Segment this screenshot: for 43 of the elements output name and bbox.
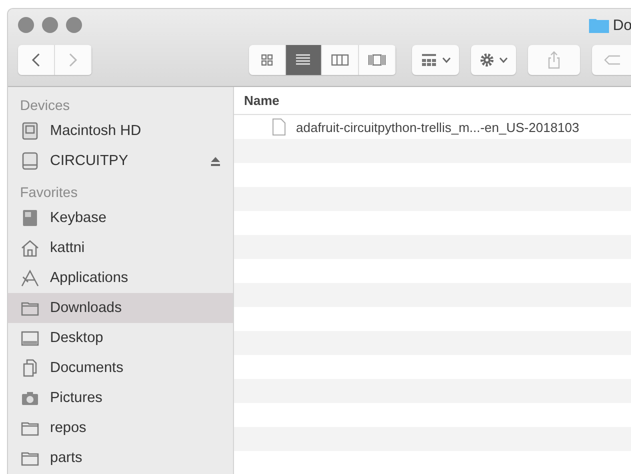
file-name[interactable]: adafruit-circuitpython-trellis_m...-en_US-2018103 xyxy=(296,120,580,134)
column-view-icon xyxy=(331,53,350,67)
chevron-right-icon xyxy=(68,52,78,68)
eject-icon[interactable] xyxy=(210,156,221,166)
cover-flow-icon xyxy=(368,53,386,67)
applications-icon xyxy=(20,268,40,288)
sidebar-item[interactable]: repos xyxy=(8,413,233,443)
caret-icon xyxy=(499,57,508,63)
sidebar-heading: Favorites xyxy=(19,183,79,202)
sidebar-item[interactable]: Downloads xyxy=(8,293,233,323)
sidebar-item[interactable]: Desktop xyxy=(8,323,233,353)
list-view-button[interactable] xyxy=(286,45,322,75)
back-button[interactable] xyxy=(18,45,55,75)
document-icon xyxy=(272,118,286,136)
sidebar-item[interactable]: kattni xyxy=(8,233,233,263)
column-view-button[interactable] xyxy=(322,45,360,75)
sidebar-item[interactable]: Documents xyxy=(8,353,233,383)
folder-icon xyxy=(588,17,609,33)
share-icon xyxy=(547,51,561,69)
close-window-button[interactable] xyxy=(18,17,34,33)
minimize-window-button[interactable] xyxy=(42,17,58,33)
sidebar-item[interactable]: Keybase xyxy=(8,203,233,233)
chevron-left-icon xyxy=(30,52,41,68)
list-view-icon xyxy=(294,53,312,67)
sidebar-heading: Devices xyxy=(19,96,71,115)
caret-icon xyxy=(442,57,451,63)
sidebar-item[interactable]: parts xyxy=(8,443,233,473)
cover-flow-button[interactable] xyxy=(359,45,396,75)
grid-icon xyxy=(420,53,438,67)
house-icon xyxy=(20,238,40,258)
zoom-window-button[interactable] xyxy=(66,17,82,33)
gear-icon xyxy=(479,52,495,68)
sidebar-item[interactable]: Pictures xyxy=(8,383,233,413)
window-title: Do xyxy=(612,16,631,34)
drive-icon xyxy=(20,151,40,171)
sidebar-item[interactable]: CIRCUITPY xyxy=(8,146,233,176)
icon-view-button[interactable] xyxy=(248,45,286,75)
arrange-button[interactable] xyxy=(412,45,459,75)
sidebar-item[interactable]: Applications xyxy=(8,263,233,293)
action-button[interactable] xyxy=(471,45,516,75)
sidebar-item[interactable]: Macintosh HD xyxy=(8,116,233,146)
tag-icon xyxy=(604,55,620,65)
keybase-icon xyxy=(20,208,40,228)
